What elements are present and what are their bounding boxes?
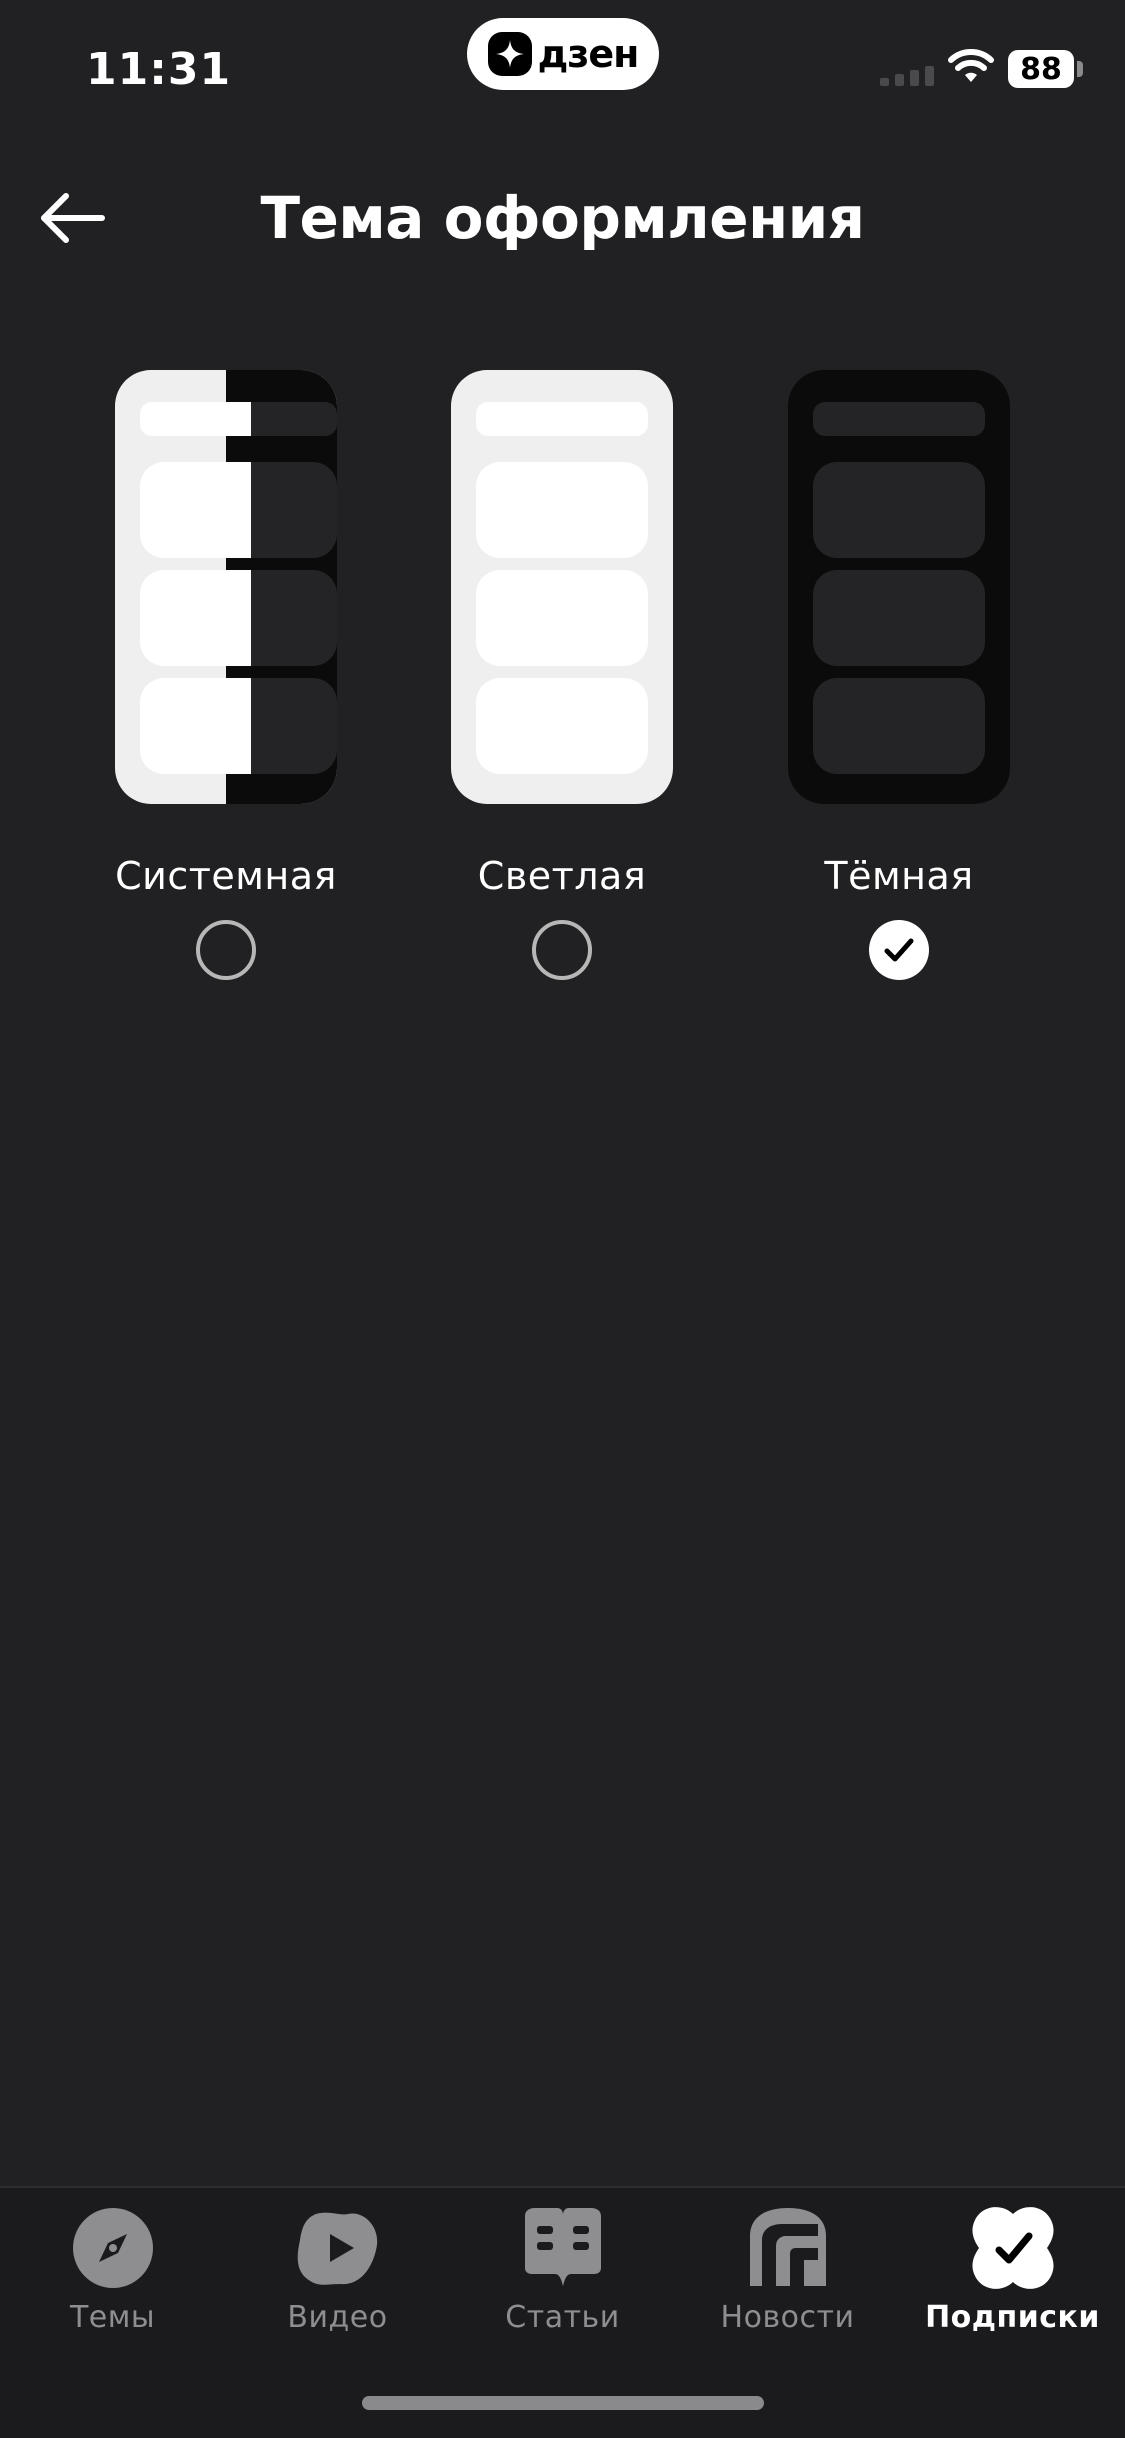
theme-label-dark: Тёмная — [824, 854, 974, 898]
subscriptions-check-icon — [971, 2207, 1054, 2289]
book-icon — [524, 2208, 601, 2286]
status-bar: 11:31 дзен 88 — [0, 0, 1125, 130]
radio-system[interactable] — [196, 920, 256, 980]
theme-label-system: Системная — [115, 854, 337, 898]
checkmark-icon — [884, 938, 914, 962]
tab-label-news: Новости — [720, 2300, 855, 2335]
battery-indicator: 88 — [1008, 50, 1074, 88]
battery-tip — [1077, 61, 1083, 77]
play-icon — [297, 2212, 377, 2285]
radio-dark-selected[interactable] — [869, 920, 929, 980]
tab-label-articles: Статьи — [505, 2300, 620, 2335]
theme-option-dark[interactable]: Тёмная — [784, 370, 1014, 980]
tab-topics[interactable]: Темы — [0, 2206, 225, 2356]
theme-label-light: Светлая — [477, 854, 647, 898]
radio-light[interactable] — [532, 920, 592, 980]
tab-label-video: Видео — [287, 2300, 388, 2335]
dzen-badge[interactable]: дзен — [467, 18, 659, 90]
tab-subscriptions[interactable]: Подписки — [900, 2206, 1125, 2356]
dzen-badge-label: дзен — [537, 32, 640, 76]
theme-preview-light[interactable] — [451, 370, 673, 804]
tab-video[interactable]: Видео — [225, 2206, 450, 2356]
theme-preview-dark[interactable] — [788, 370, 1010, 804]
tab-label-subscriptions: Подписки — [925, 2300, 1100, 2335]
status-time: 11:31 — [86, 44, 232, 95]
wifi-icon — [948, 49, 994, 82]
page-title: Тема оформления — [260, 184, 865, 252]
battery-level: 88 — [1020, 51, 1062, 87]
theme-option-system[interactable]: Системная — [111, 370, 341, 980]
cellular-signal-icon — [880, 66, 934, 86]
tab-label-topics: Темы — [69, 2300, 156, 2335]
dzen-logo-icon — [487, 32, 532, 76]
tab-news[interactable]: Новости — [675, 2206, 900, 2356]
theme-option-light[interactable]: Светлая — [447, 370, 677, 980]
home-indicator[interactable] — [362, 2396, 764, 2410]
compass-icon — [72, 2208, 153, 2288]
theme-preview-system[interactable] — [115, 370, 337, 804]
tab-articles[interactable]: Статьи — [450, 2206, 675, 2356]
news-icon — [749, 2208, 826, 2286]
